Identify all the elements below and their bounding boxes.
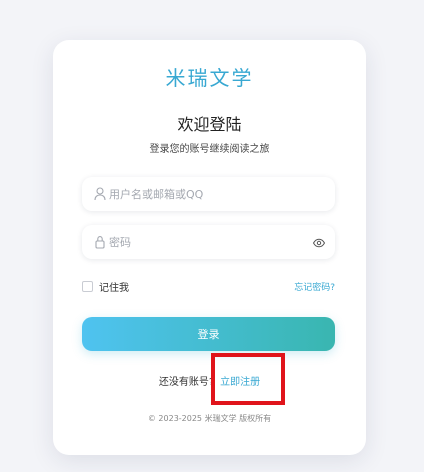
forgot-password-link[interactable]: 忘记密码? (294, 280, 335, 293)
password-input[interactable] (109, 225, 299, 259)
login-card: 米瑞文学 欢迎登陆 登录您的账号继续阅读之旅 记住我 忘 (53, 40, 366, 455)
user-icon (93, 186, 107, 202)
register-row: 还没有账号? 立即注册 (53, 373, 366, 388)
eye-icon[interactable] (312, 235, 326, 249)
copyright-text: © 2023-2025 米瑞文学 版权所有 (147, 414, 272, 423)
register-link[interactable]: 立即注册 (220, 377, 260, 388)
page-subtitle: 登录您的账号继续阅读之旅 (149, 144, 270, 155)
page-title: 欢迎登陆 (177, 115, 242, 134)
username-input[interactable] (109, 177, 299, 211)
password-field[interactable] (82, 225, 335, 259)
login-button[interactable]: 登录 (82, 317, 335, 351)
remember-checkbox[interactable] (82, 281, 93, 292)
brand-logo-text: 米瑞文学 (165, 66, 254, 90)
remember-label: 记住我 (99, 283, 129, 294)
register-prompt: 还没有账号? (158, 377, 215, 388)
username-field[interactable] (82, 177, 335, 211)
remember-me[interactable]: 记住我 (82, 279, 129, 294)
lock-icon (93, 234, 107, 250)
